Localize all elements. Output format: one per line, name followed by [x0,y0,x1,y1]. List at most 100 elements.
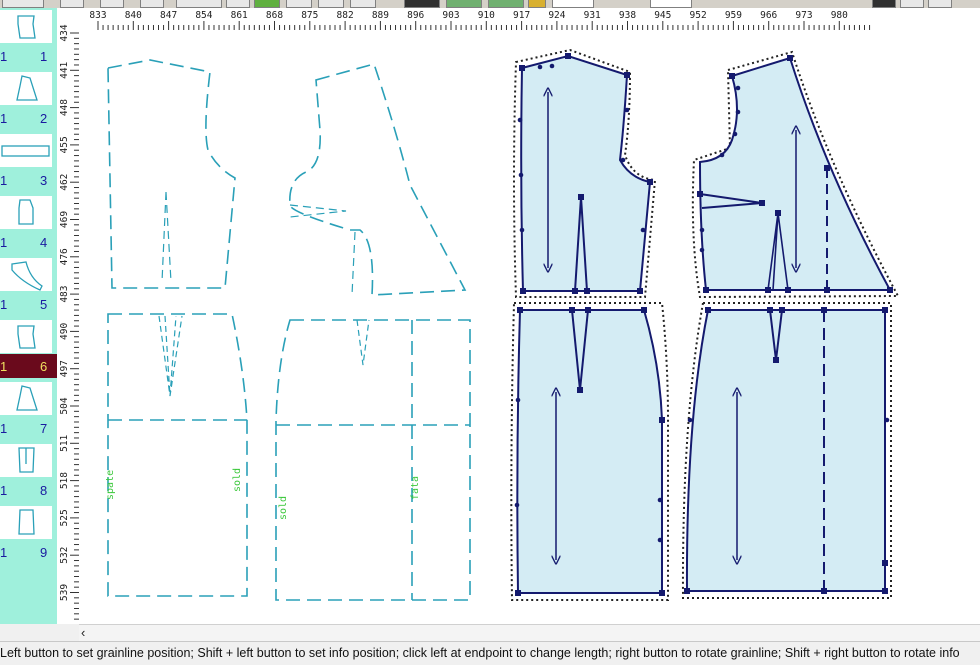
v-ruler-label: 497 [59,360,70,377]
v-ruler-label: 490 [59,323,70,340]
back-skirt-piece[interactable] [510,302,669,601]
piece-quantity: 1 [0,359,8,374]
pattern-canvas[interactable]: spate sold sold fata [79,30,980,624]
v-ruler-label: 441 [59,61,70,78]
status-bar: Left button to set grainline position; S… [0,641,980,665]
h-ruler-label: 896 [407,10,424,21]
piece-slot[interactable]: 13 [0,132,57,194]
h-ruler-label: 952 [690,10,707,21]
piece-thumbnail[interactable] [0,442,57,478]
piece-quantity: 1 [0,545,8,560]
toolbar-button[interactable] [100,0,124,8]
toolbar-button[interactable] [528,0,546,8]
toolbar-button[interactable] [140,0,164,8]
toolbar-button[interactable] [176,0,222,8]
piece-quantity: 1 [0,235,8,250]
h-ruler-label: 945 [654,10,671,21]
toolbar-input[interactable] [552,0,594,8]
h-ruler-label: 861 [231,10,248,21]
piece-label-fata: fata [410,476,421,500]
h-ruler-label: 868 [266,10,283,21]
h-ruler-label: 980 [831,10,848,21]
toolbar-button[interactable] [872,0,896,8]
piece-thumbnail[interactable] [0,380,57,416]
v-ruler-label: 504 [59,397,70,414]
piece-index: 1 [40,49,48,64]
v-ruler-label: 525 [59,509,70,526]
v-ruler-label: 448 [59,99,70,116]
piece-slot[interactable]: 14 [0,194,57,256]
piece-label-solid-back: sold [232,468,243,492]
toolbar-button[interactable] [928,0,952,8]
back-bodice-outline[interactable] [107,59,236,289]
piece-thumbnail[interactable] [0,8,57,44]
piece-slot[interactable]: 18 [0,442,57,504]
toolbar-button[interactable] [404,0,440,8]
horizontal-scrollbar[interactable]: ‹ [79,624,980,641]
piece-index: 2 [40,111,48,126]
v-ruler-label: 455 [59,136,70,153]
h-ruler-label: 959 [725,10,742,21]
toolbar-button[interactable] [254,0,280,8]
h-ruler-label: 966 [760,10,777,21]
piece-index: 4 [40,235,48,250]
pattern-drawing[interactable]: spate sold sold fata [79,30,980,624]
v-ruler-label: 469 [59,211,70,228]
v-ruler-label: 511 [59,434,70,451]
piece-slot-selected[interactable]: 16 [0,318,57,380]
h-ruler-label: 882 [337,10,354,21]
toolbar-button[interactable] [350,0,376,8]
piece-slot[interactable]: 15 [0,256,57,318]
piece-thumbnail[interactable] [0,132,57,168]
piece-slot[interactable]: 12 [0,70,57,132]
h-ruler-label: 840 [125,10,142,21]
toolbar-button[interactable] [226,0,250,8]
h-ruler-label: 889 [372,10,389,21]
back-skirt-outline[interactable] [107,313,248,597]
front-skirt-piece[interactable] [681,302,892,599]
piece-label-spate: spate [105,470,116,500]
piece-quantity: 1 [0,483,8,498]
v-ruler-label: 518 [59,472,70,489]
h-ruler-label: 931 [584,10,601,21]
status-message: Left button to set grainline position; S… [0,646,960,660]
front-bodice-outline[interactable] [289,63,467,296]
scroll-left-icon[interactable]: ‹ [81,625,85,640]
piece-thumbnail[interactable] [0,70,57,106]
piece-thumbnail[interactable] [0,504,57,540]
v-ruler-label: 483 [59,286,70,303]
v-ruler-label: 532 [59,547,70,564]
toolbar-button[interactable] [60,0,84,8]
h-ruler-label: 875 [301,10,318,21]
v-ruler-label: 462 [59,174,70,191]
piece-label-solid-front: sold [278,496,289,520]
toolbar-button[interactable] [2,0,44,8]
piece-index: 7 [40,421,48,436]
h-ruler-label: 938 [619,10,636,21]
piece-index: 3 [40,173,48,188]
front-bodice-piece[interactable] [691,50,900,299]
h-ruler-label: 854 [195,10,212,21]
toolbar-button[interactable] [900,0,924,8]
h-ruler-label: 833 [89,10,106,21]
piece-slot[interactable]: 19 [0,504,57,566]
piece-thumbnail[interactable] [0,194,57,230]
h-ruler-label: 973 [795,10,812,21]
v-ruler-label: 539 [59,584,70,601]
piece-slot[interactable]: 17 [0,380,57,442]
toolbar-input[interactable] [650,0,692,8]
piece-thumbnail[interactable] [0,318,57,354]
toolbar-button[interactable] [318,0,344,8]
toolbar-button[interactable] [286,0,312,8]
vertical-ruler: 434 441 448 455 462 469 476 483 490 497 504 511 518 5… [57,8,80,624]
horizontal-ruler: 833 840 847 854 861 868 875 882 889 896 903 910 917 9… [79,8,980,31]
piece-list: 11 12 13 14 15 16 17 1 8 1 9 [0,8,57,624]
piece-thumbnail[interactable] [0,256,57,292]
piece-index: 9 [40,545,48,560]
front-skirt-outline[interactable] [275,319,471,601]
piece-slot[interactable]: 11 [0,8,57,70]
toolbar-button[interactable] [488,0,524,8]
toolbar-button[interactable] [446,0,482,8]
h-ruler-label: 847 [160,10,177,21]
back-bodice-piece[interactable] [513,48,657,298]
